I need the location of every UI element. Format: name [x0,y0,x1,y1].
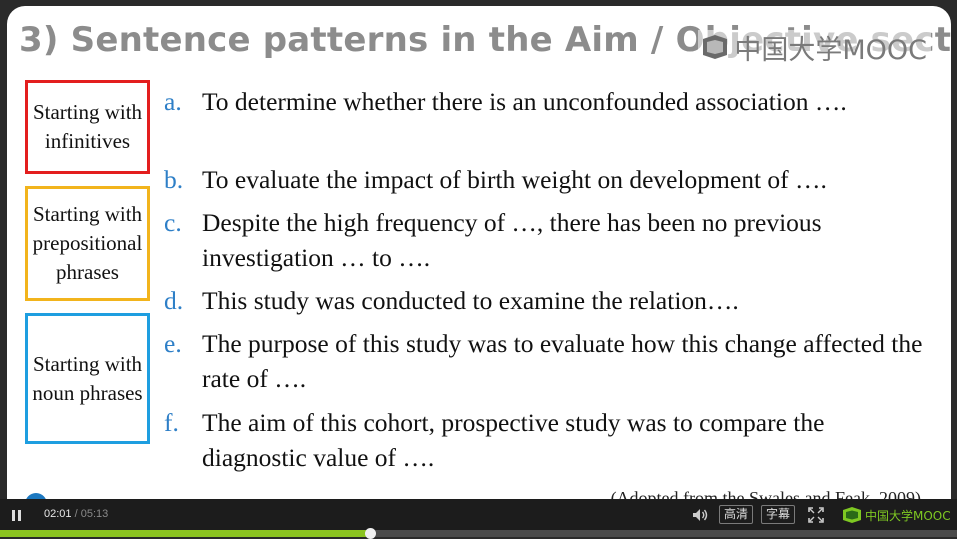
subtitle-button[interactable]: 字幕 [761,505,796,524]
list-text: This study was conducted to examine the … [202,286,739,315]
list-letter: a. [164,87,182,116]
list-item: c. Despite the high frequency of …, ther… [164,205,934,275]
citation: (Adopted from the Swales and Feak, 2009) [610,488,921,499]
label-noun-phrases-text: Starting with noun phrases [32,351,143,405]
list-letter: e. [164,329,182,358]
watermark: 中国大学MOOC [698,30,931,66]
progress-handle[interactable] [364,528,376,539]
list-text: The aim of this cohort, prospective stud… [202,408,825,472]
list-text: To determine whether there is an unconfo… [202,87,847,116]
quality-button[interactable]: 高清 [719,505,754,524]
list-item: e. The purpose of this study was to eval… [164,326,934,396]
time-total: 05:13 [80,508,109,520]
pause-icon [10,509,22,521]
time-display: 02:01 / 05:13 [44,508,108,520]
progress-bar[interactable] [0,528,957,539]
pause-button[interactable] [6,505,26,525]
mooc-logo-icon [843,507,861,523]
list-letter: b. [164,165,184,194]
lecture-slide: 3) Sentence patterns in the Aim / Object… [7,6,951,499]
list-letter: d. [164,286,184,315]
list-text: Despite the high frequency of …, there h… [202,208,822,272]
mooc-watermark-icon [703,35,728,59]
list-item: b. To evaluate the impact of birth weigh… [164,162,934,197]
label-prepositional-phrases: Starting with prepositional phrases [25,186,150,301]
brand-logo-link[interactable]: 中国大学MOOC [842,505,951,525]
list-letter: c. [164,208,182,237]
volume-icon[interactable] [690,505,710,525]
progress-fill [0,530,370,537]
label-noun-phrases: Starting with noun phrases [25,313,150,444]
list-text: To evaluate the impact of birth weight o… [202,165,827,194]
list-item: f. The aim of this cohort, prospective s… [164,405,934,475]
list-item: a. To determine whether there is an unco… [164,84,934,119]
time-current: 02:01 [44,508,72,520]
label-infinitives-text: Starting with infinitives [32,100,143,153]
list-letter: f. [164,408,179,437]
list-text: The purpose of this study was to evaluat… [202,329,923,393]
time-separator: / [74,508,78,520]
fullscreen-icon[interactable] [806,505,826,525]
list-item: d. This study was conducted to examine t… [164,283,934,318]
brand-text: 中国大学MOOC [865,508,951,523]
label-infinitives: Starting with infinitives [25,80,150,174]
label-prepositional-phrases-text: Starting with prepositional phrases [32,202,143,284]
video-control-bar: 02:01 / 05:13 高清 字幕 中国大学MOOC [0,499,957,539]
watermark-text: 中国大学MOOC [734,34,927,66]
